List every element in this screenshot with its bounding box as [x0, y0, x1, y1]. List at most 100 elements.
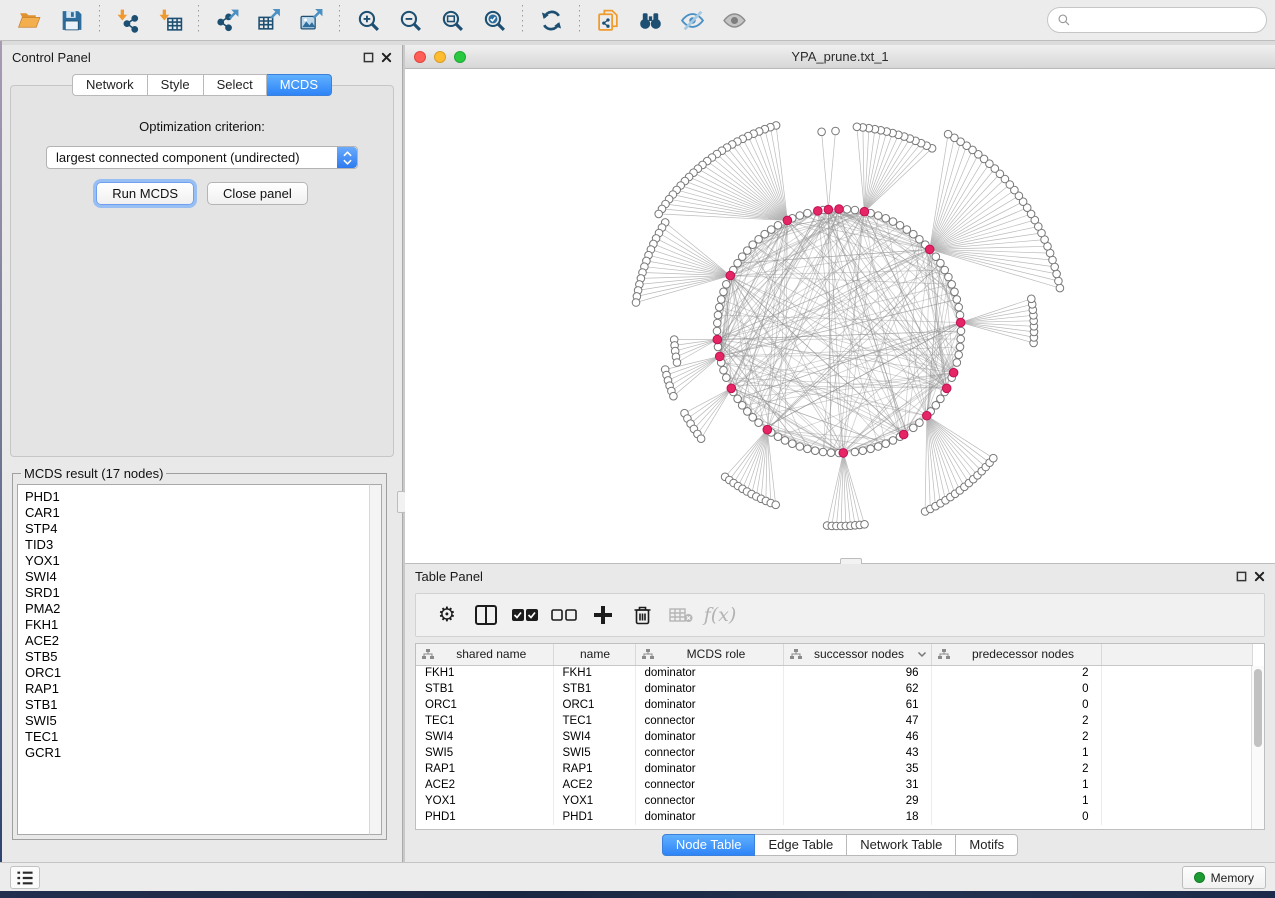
graph-hub-node[interactable] — [713, 335, 722, 344]
network-canvas[interactable] — [405, 69, 1275, 563]
graph-node[interactable] — [755, 419, 763, 427]
graph-node[interactable] — [882, 440, 890, 448]
search-input[interactable] — [1071, 13, 1266, 27]
graph-node[interactable] — [951, 288, 959, 296]
graph-hub-node[interactable] — [835, 205, 844, 214]
graph-node[interactable] — [889, 437, 897, 445]
list-item[interactable]: YOX1 — [25, 553, 369, 569]
table-scrollbar-thumb[interactable] — [1254, 669, 1262, 747]
list-item[interactable]: SWI4 — [25, 569, 369, 585]
memory-button[interactable]: Memory — [1182, 866, 1266, 889]
table-row[interactable]: SWI5SWI5connector431 — [416, 745, 1253, 761]
settings-gear-icon[interactable]: ⚙ — [434, 602, 460, 628]
graph-node[interactable] — [670, 392, 678, 400]
graph-node[interactable] — [945, 273, 953, 281]
graph-node[interactable] — [738, 253, 746, 261]
table-row[interactable]: SWI4SWI4dominator462 — [416, 729, 1253, 745]
close-panel-icon[interactable] — [1254, 571, 1265, 582]
list-item[interactable]: ACE2 — [25, 633, 369, 649]
tab-node-table[interactable]: Node Table — [662, 834, 756, 856]
graph-node[interactable] — [1056, 284, 1064, 292]
graph-node[interactable] — [903, 226, 911, 234]
graph-node[interactable] — [796, 212, 804, 220]
graph-node[interactable] — [827, 449, 835, 457]
table-scrollbar[interactable] — [1251, 666, 1264, 829]
graph-node[interactable] — [697, 435, 705, 443]
table-row[interactable]: PHD1PHD1dominator180 — [416, 809, 1253, 825]
hide-unselected-icon[interactable] — [677, 5, 707, 35]
graph-node[interactable] — [941, 266, 949, 274]
show-all-icon[interactable] — [719, 5, 749, 35]
list-item[interactable]: PHD1 — [25, 489, 369, 505]
clone-network-icon[interactable] — [593, 5, 623, 35]
graph-node[interactable] — [720, 288, 728, 296]
column-browser-icon[interactable] — [473, 602, 499, 628]
tab-motifs[interactable]: Motifs — [956, 834, 1018, 856]
graph-node[interactable] — [937, 259, 945, 267]
list-item[interactable]: STP4 — [25, 521, 369, 537]
tab-select[interactable]: Select — [204, 74, 267, 96]
graph-node[interactable] — [851, 448, 859, 456]
graph-node[interactable] — [916, 419, 924, 427]
graph-node[interactable] — [811, 447, 819, 455]
column-header-name[interactable]: name — [553, 644, 635, 665]
delete-column-icon[interactable] — [629, 602, 655, 628]
zoom-in-icon[interactable] — [353, 5, 383, 35]
graph-node[interactable] — [882, 215, 890, 223]
graph-node[interactable] — [932, 253, 940, 261]
list-item[interactable]: SWI5 — [25, 713, 369, 729]
graph-node[interactable] — [956, 343, 964, 351]
graph-node[interactable] — [714, 311, 722, 319]
table-row[interactable]: ACE2ACE2connector311 — [416, 777, 1253, 793]
save-session-icon[interactable] — [56, 5, 86, 35]
table-row[interactable]: ORC1ORC1dominator610 — [416, 697, 1253, 713]
export-table-icon[interactable] — [254, 5, 284, 35]
run-mcds-button[interactable]: Run MCDS — [96, 182, 194, 205]
table-row[interactable]: RAP1RAP1dominator352 — [416, 761, 1253, 777]
graph-node[interactable] — [723, 281, 731, 289]
graph-node[interactable] — [874, 212, 882, 220]
graph-node[interactable] — [957, 327, 965, 335]
list-item[interactable]: STB5 — [25, 649, 369, 665]
list-item[interactable]: CAR1 — [25, 505, 369, 521]
list-item[interactable]: ORC1 — [25, 665, 369, 681]
graph-node[interactable] — [804, 209, 812, 217]
graph-node[interactable] — [818, 128, 826, 136]
graph-node[interactable] — [714, 319, 722, 327]
search-field[interactable] — [1047, 7, 1267, 33]
graph-hub-node[interactable] — [860, 207, 869, 216]
graph-node[interactable] — [772, 501, 780, 509]
mcds-result-list[interactable]: PHD1CAR1STP4TID3YOX1SWI4SRD1PMA2FKH1ACE2… — [17, 484, 369, 835]
deselect-all-icon[interactable] — [551, 602, 577, 628]
graph-hub-node[interactable] — [814, 207, 823, 216]
table-row[interactable]: TEC1TEC1connector472 — [416, 713, 1253, 729]
import-network-icon[interactable] — [113, 5, 143, 35]
graph-node[interactable] — [819, 448, 827, 456]
tab-edge-table[interactable]: Edge Table — [755, 834, 847, 856]
graph-hub-node[interactable] — [899, 430, 908, 439]
list-item[interactable]: TEC1 — [25, 729, 369, 745]
graph-node[interactable] — [832, 127, 840, 135]
graph-hub-node[interactable] — [923, 411, 932, 420]
list-item[interactable]: GCR1 — [25, 745, 369, 761]
float-panel-icon[interactable] — [1236, 571, 1247, 582]
open-file-icon[interactable] — [14, 5, 44, 35]
close-panel-button[interactable]: Close panel — [207, 182, 308, 205]
graph-node[interactable] — [1053, 270, 1061, 278]
graph-node[interactable] — [717, 296, 725, 304]
graph-node[interactable] — [843, 206, 851, 214]
list-item[interactable]: STB1 — [25, 697, 369, 713]
graph-node[interactable] — [734, 259, 742, 267]
graph-hub-node[interactable] — [726, 271, 735, 280]
graph-hub-node[interactable] — [949, 368, 958, 377]
result-list-scrollbar[interactable] — [369, 484, 382, 835]
refresh-layout-icon[interactable] — [536, 5, 566, 35]
zoom-fit-icon[interactable] — [437, 5, 467, 35]
graph-node[interactable] — [796, 443, 804, 451]
graph-node[interactable] — [944, 130, 952, 138]
graph-node[interactable] — [955, 303, 963, 311]
tab-network-table[interactable]: Network Table — [847, 834, 956, 856]
graph-hub-node[interactable] — [715, 352, 724, 361]
graph-node[interactable] — [955, 351, 963, 359]
graph-node[interactable] — [713, 327, 721, 335]
